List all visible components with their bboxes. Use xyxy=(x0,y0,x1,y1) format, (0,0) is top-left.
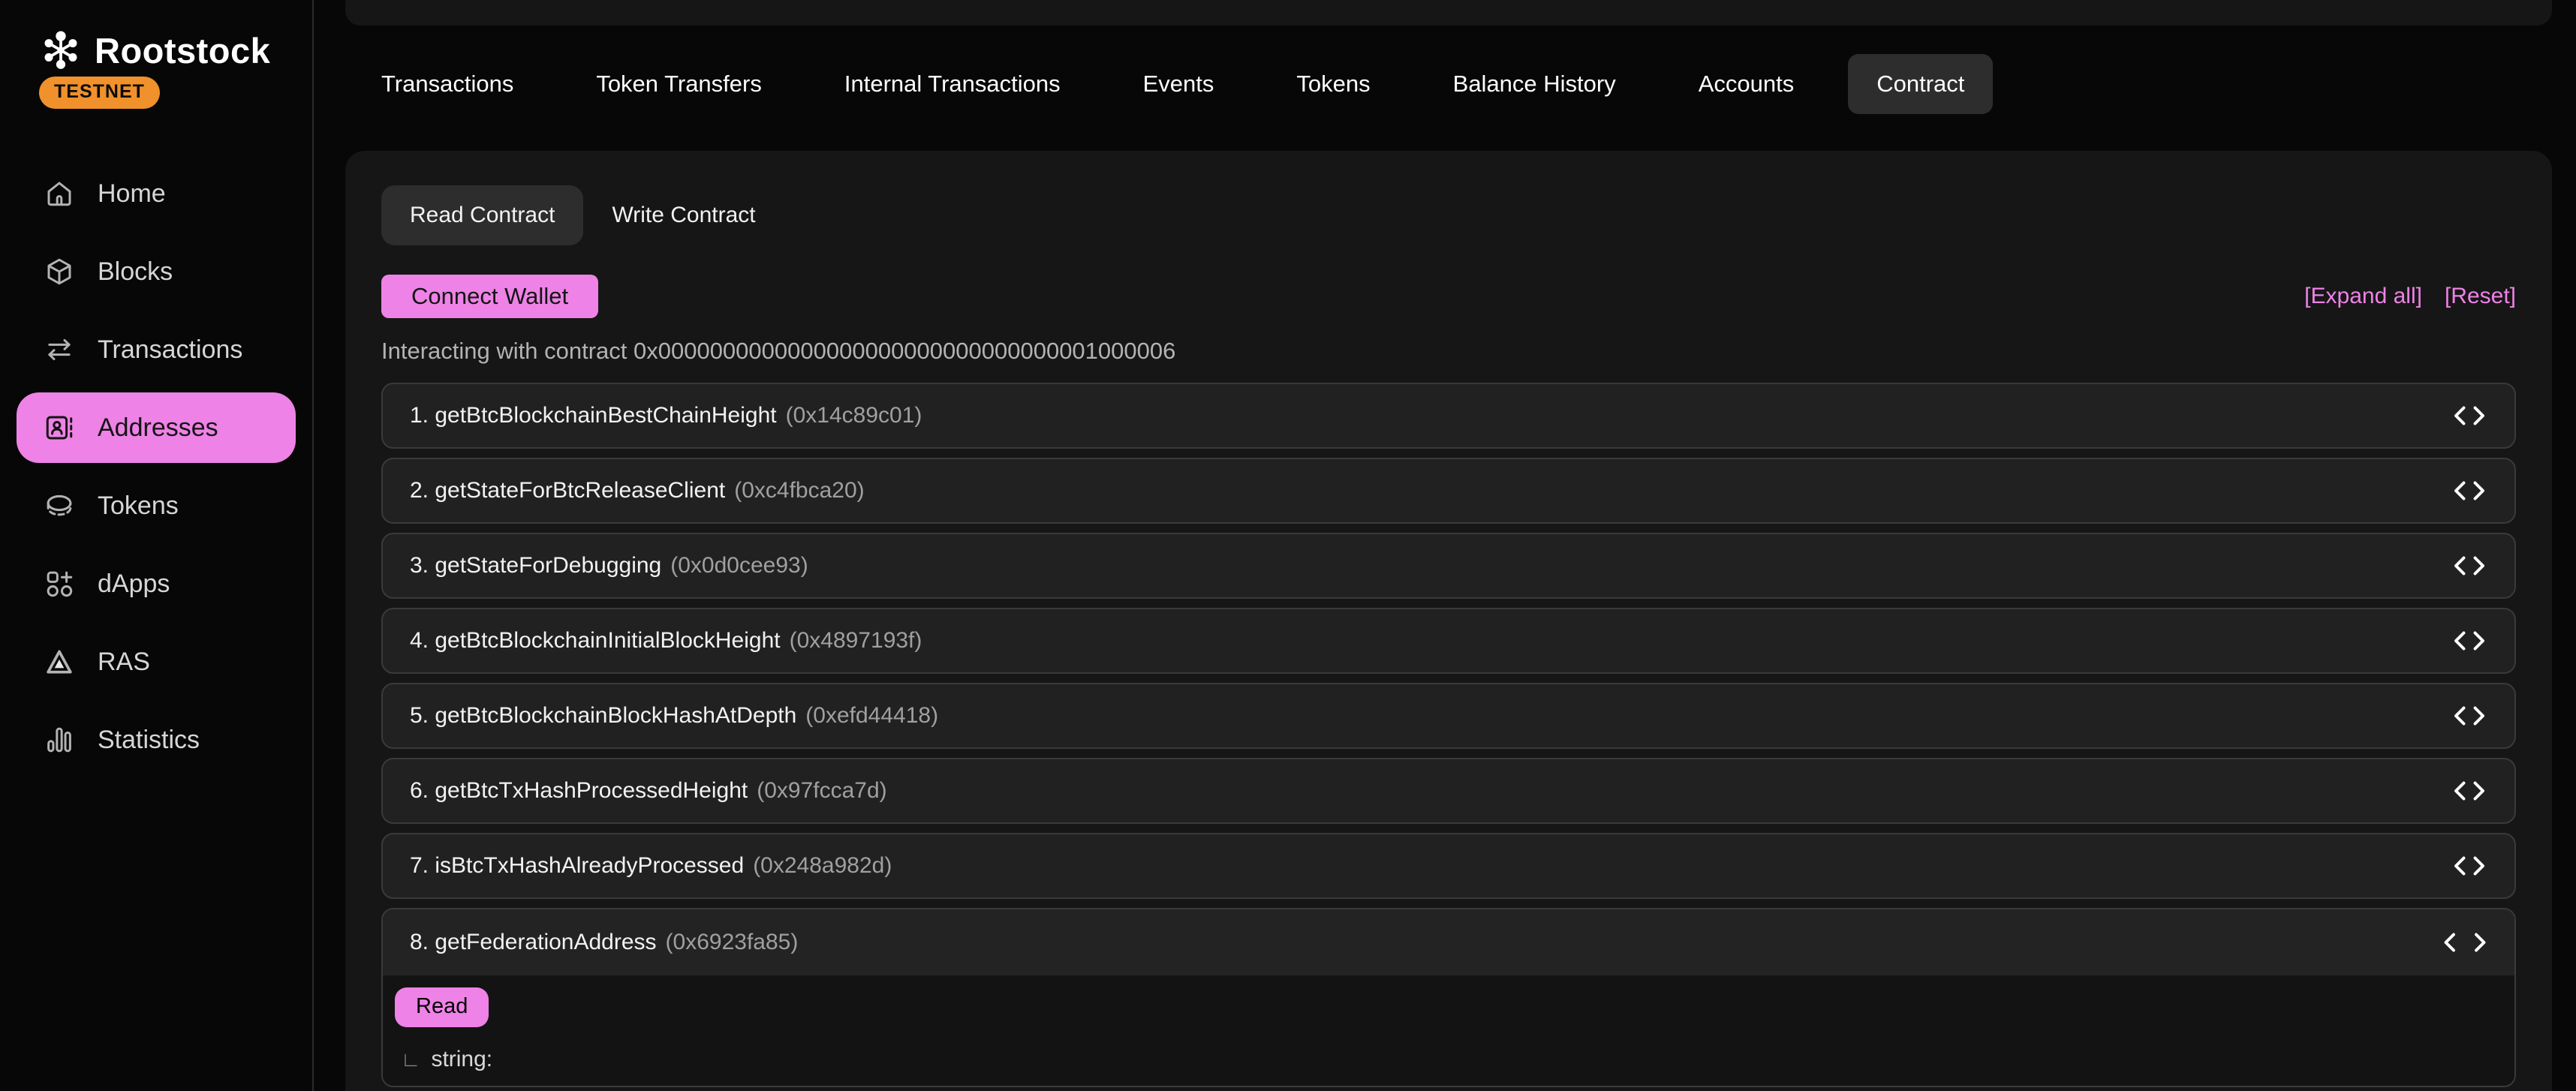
code-icon[interactable] xyxy=(2451,630,2487,652)
sidebar-item-label: Blocks xyxy=(98,257,173,287)
sidebar-item-ras[interactable]: RAS xyxy=(0,623,312,701)
function-title: 4. getBtcBlockchainInitialBlockHeight xyxy=(410,628,781,654)
tab-internal-transactions[interactable]: Internal Transactions xyxy=(844,71,1061,98)
expand-all-link[interactable]: [Expand all] xyxy=(2304,284,2422,309)
function-row-2[interactable]: 2. getStateForBtcReleaseClient (0xc4fbca… xyxy=(381,458,2516,524)
function-row-8[interactable]: 8. getFederationAddress (0x6923fa85) xyxy=(383,909,2514,975)
dapps-icon xyxy=(44,568,75,600)
function-row-6[interactable]: 6. getBtcTxHashProcessedHeight (0x97fcca… xyxy=(381,758,2516,824)
function-row-7[interactable]: 7. isBtcTxHashAlreadyProcessed (0x248a98… xyxy=(381,833,2516,899)
sidebar-item-label: Transactions xyxy=(98,335,242,365)
previous-card-edge xyxy=(345,0,2552,26)
app: Rootstock TESTNET Home xyxy=(0,0,2576,1091)
function-hash: (0x6923fa85) xyxy=(666,930,799,955)
action-row: Connect Wallet [Expand all] [Reset] xyxy=(381,275,2516,318)
code-icon[interactable] xyxy=(2451,855,2487,877)
sidebar-item-label: dApps xyxy=(98,570,170,599)
function-hash: (0xefd44418) xyxy=(805,703,938,729)
list-controls: [Expand all] [Reset] xyxy=(2304,284,2516,309)
testnet-badge: TESTNET xyxy=(39,77,160,109)
sidebar-item-label: Home xyxy=(98,179,166,209)
interacting-with-contract-text: Interacting with contract 0x000000000000… xyxy=(381,338,1175,365)
function-row-8-expanded: 8. getFederationAddress (0x6923fa85) Rea… xyxy=(381,908,2516,1087)
function-body: Read ∟ string: xyxy=(383,975,2514,1086)
function-title: 7. isBtcTxHashAlreadyProcessed xyxy=(410,853,744,879)
sidebar-nav: Home Blocks Transactions xyxy=(0,155,312,779)
read-button[interactable]: Read xyxy=(395,987,489,1027)
sidebar-item-home[interactable]: Home xyxy=(0,155,312,233)
sidebar-item-dapps[interactable]: dApps xyxy=(0,545,312,623)
function-title: 5. getBtcBlockchainBlockHashAtDepth xyxy=(410,703,796,729)
blocks-icon xyxy=(44,256,75,287)
function-title: 1. getBtcBlockchainBestChainHeight xyxy=(410,403,777,428)
transactions-icon xyxy=(44,334,75,365)
tab-balance-history[interactable]: Balance History xyxy=(1453,71,1616,98)
tab-token-transfers[interactable]: Token Transfers xyxy=(596,71,762,98)
contract-panel: Read Contract Write Contract Connect Wal… xyxy=(345,151,2552,1091)
function-hash: (0x14c89c01) xyxy=(786,403,922,428)
reset-link[interactable]: [Reset] xyxy=(2445,284,2516,309)
home-icon xyxy=(44,178,75,209)
function-hash: (0x0d0cee93) xyxy=(670,553,808,579)
sidebar-item-label: Tokens xyxy=(98,491,179,521)
connect-wallet-button[interactable]: Connect Wallet xyxy=(381,275,598,318)
tab-events[interactable]: Events xyxy=(1143,71,1214,98)
sidebar-item-label: Addresses xyxy=(98,413,218,443)
tab-read-contract[interactable]: Read Contract xyxy=(381,185,583,245)
function-list: 1. getBtcBlockchainBestChainHeight (0x14… xyxy=(381,383,2516,1091)
address-tabs: Transactions Token Transfers Internal Tr… xyxy=(381,54,1964,114)
code-icon[interactable] xyxy=(2442,931,2487,954)
output-line: ∟ string: xyxy=(395,1047,2487,1072)
tab-write-contract[interactable]: Write Contract xyxy=(612,185,755,245)
rootstock-logo-icon xyxy=(39,29,83,72)
tab-accounts[interactable]: Accounts xyxy=(1699,71,1795,98)
code-icon[interactable] xyxy=(2451,555,2487,577)
sidebar-item-tokens[interactable]: Tokens xyxy=(0,467,312,545)
tab-transactions[interactable]: Transactions xyxy=(381,71,513,98)
sidebar-item-transactions[interactable]: Transactions xyxy=(0,311,312,389)
function-row-1[interactable]: 1. getBtcBlockchainBestChainHeight (0x14… xyxy=(381,383,2516,449)
code-icon[interactable] xyxy=(2451,705,2487,727)
function-title: 6. getBtcTxHashProcessedHeight xyxy=(410,778,748,804)
function-row-5[interactable]: 5. getBtcBlockchainBlockHashAtDepth (0xe… xyxy=(381,683,2516,749)
corner-glyph: ∟ xyxy=(401,1048,420,1071)
ras-icon xyxy=(44,646,75,678)
output-type-label: string: xyxy=(431,1047,492,1072)
tab-contract[interactable]: Contract xyxy=(1848,54,1993,114)
sidebar: Rootstock TESTNET Home xyxy=(0,0,314,1091)
function-hash: (0x4897193f) xyxy=(790,628,922,654)
function-row-3[interactable]: 3. getStateForDebugging (0x0d0cee93) xyxy=(381,533,2516,599)
function-hash: (0xc4fbca20) xyxy=(734,478,864,503)
function-title: 2. getStateForBtcReleaseClient xyxy=(410,478,725,503)
code-icon[interactable] xyxy=(2451,479,2487,502)
brand-name: Rootstock xyxy=(95,30,270,71)
addresses-icon xyxy=(44,412,75,443)
function-hash: (0x248a982d) xyxy=(753,853,892,879)
brand[interactable]: Rootstock xyxy=(39,29,270,72)
statistics-icon xyxy=(44,724,75,756)
function-title: 8. getFederationAddress xyxy=(410,930,657,955)
tab-tokens[interactable]: Tokens xyxy=(1296,71,1370,98)
function-title: 3. getStateForDebugging xyxy=(410,553,661,579)
function-hash: (0x97fcca7d) xyxy=(757,778,886,804)
code-icon[interactable] xyxy=(2451,404,2487,427)
tokens-icon xyxy=(44,490,75,521)
code-icon[interactable] xyxy=(2451,780,2487,802)
function-row-4[interactable]: 4. getBtcBlockchainInitialBlockHeight (0… xyxy=(381,608,2516,674)
sidebar-item-blocks[interactable]: Blocks xyxy=(0,233,312,311)
sidebar-item-label: RAS xyxy=(98,648,150,677)
sidebar-item-statistics[interactable]: Statistics xyxy=(0,701,312,779)
contract-mode-tabs: Read Contract Write Contract xyxy=(381,185,756,245)
sidebar-item-addresses[interactable]: Addresses xyxy=(17,392,296,463)
sidebar-item-label: Statistics xyxy=(98,726,200,755)
